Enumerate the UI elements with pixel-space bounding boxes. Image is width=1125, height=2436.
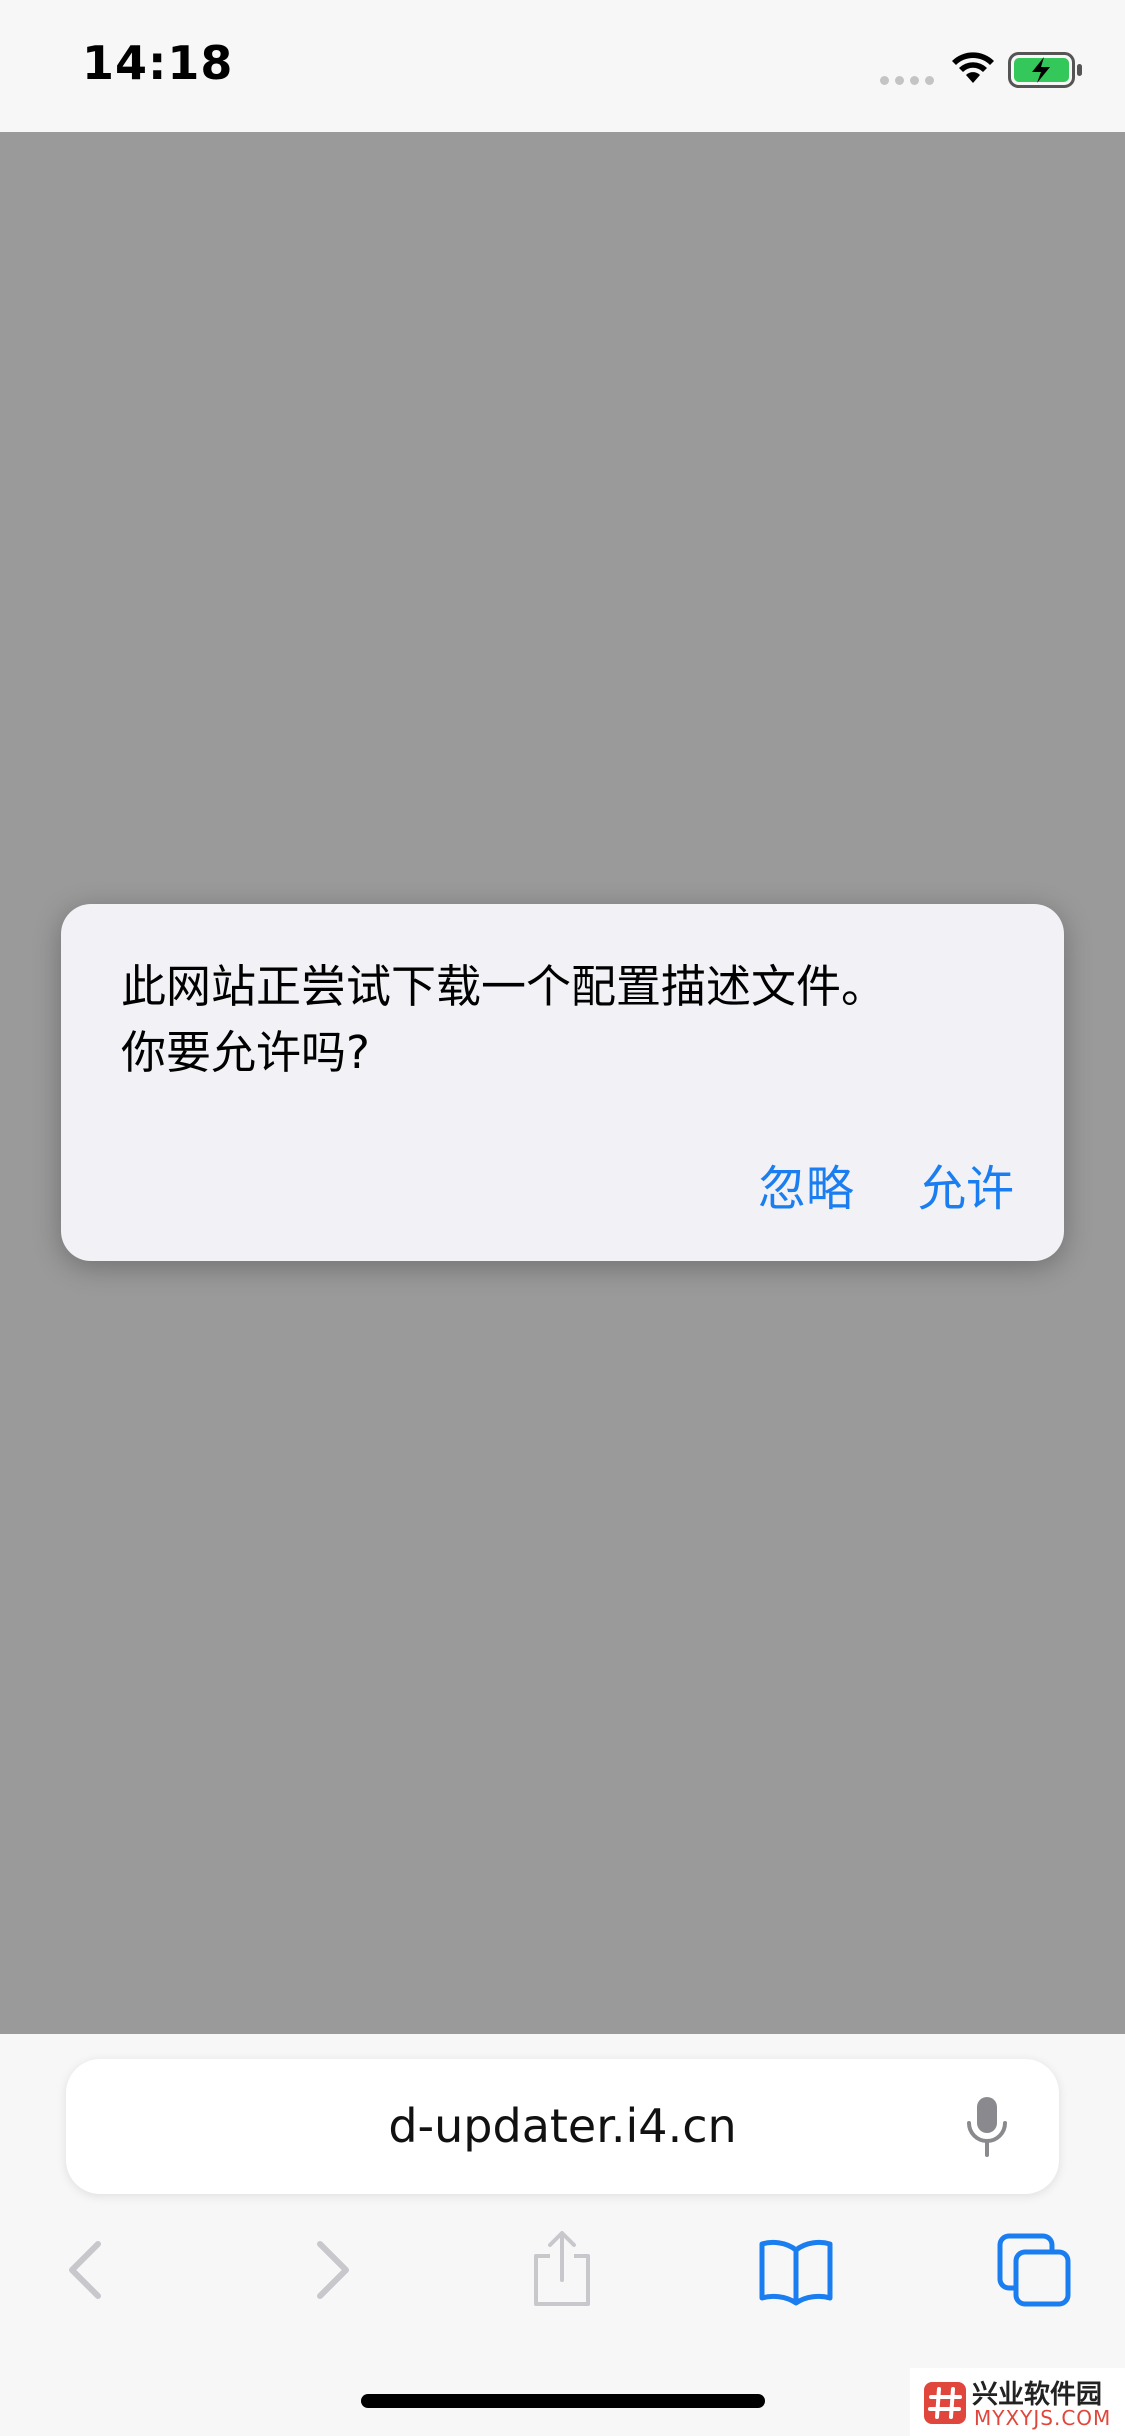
status-bar: 14:18 [0, 0, 1125, 132]
address-text[interactable]: d-updater.i4.cn [66, 2059, 1059, 2194]
address-bar[interactable]: d-updater.i4.cn [66, 2059, 1059, 2194]
allow-button[interactable]: 允许 [901, 1144, 1031, 1234]
watermark-url: MYXYJS.COM [974, 2406, 1112, 2430]
status-time: 14:18 [82, 36, 234, 90]
wifi-icon [952, 52, 994, 83]
forward-icon[interactable] [290, 2230, 370, 2310]
back-icon[interactable] [48, 2230, 128, 2310]
home-indicator [361, 2394, 765, 2408]
ignore-button[interactable]: 忽略 [741, 1144, 871, 1234]
tabs-icon[interactable] [994, 2230, 1074, 2310]
bookmarks-icon[interactable] [756, 2230, 836, 2310]
share-icon[interactable] [522, 2230, 602, 2310]
watermark-logo-icon [924, 2382, 966, 2424]
watermark: 兴业软件园 MYXYJS.COM [910, 2368, 1125, 2436]
battery-charging-icon [1008, 52, 1082, 88]
cellular-signal-icon [880, 76, 936, 86]
download-profile-alert: 此网站正尝试下载一个配置描述文件。 你要允许吗? 忽略 允许 [61, 904, 1064, 1261]
safari-screen: 14:18 此网站正尝试下载一个配置描述文件。 你要允许吗? 忽略 允许 d-u… [0, 0, 1125, 2436]
alert-message: 此网站正尝试下载一个配置描述文件。 你要允许吗? [121, 960, 887, 1079]
mic-icon[interactable] [964, 2095, 1010, 2159]
